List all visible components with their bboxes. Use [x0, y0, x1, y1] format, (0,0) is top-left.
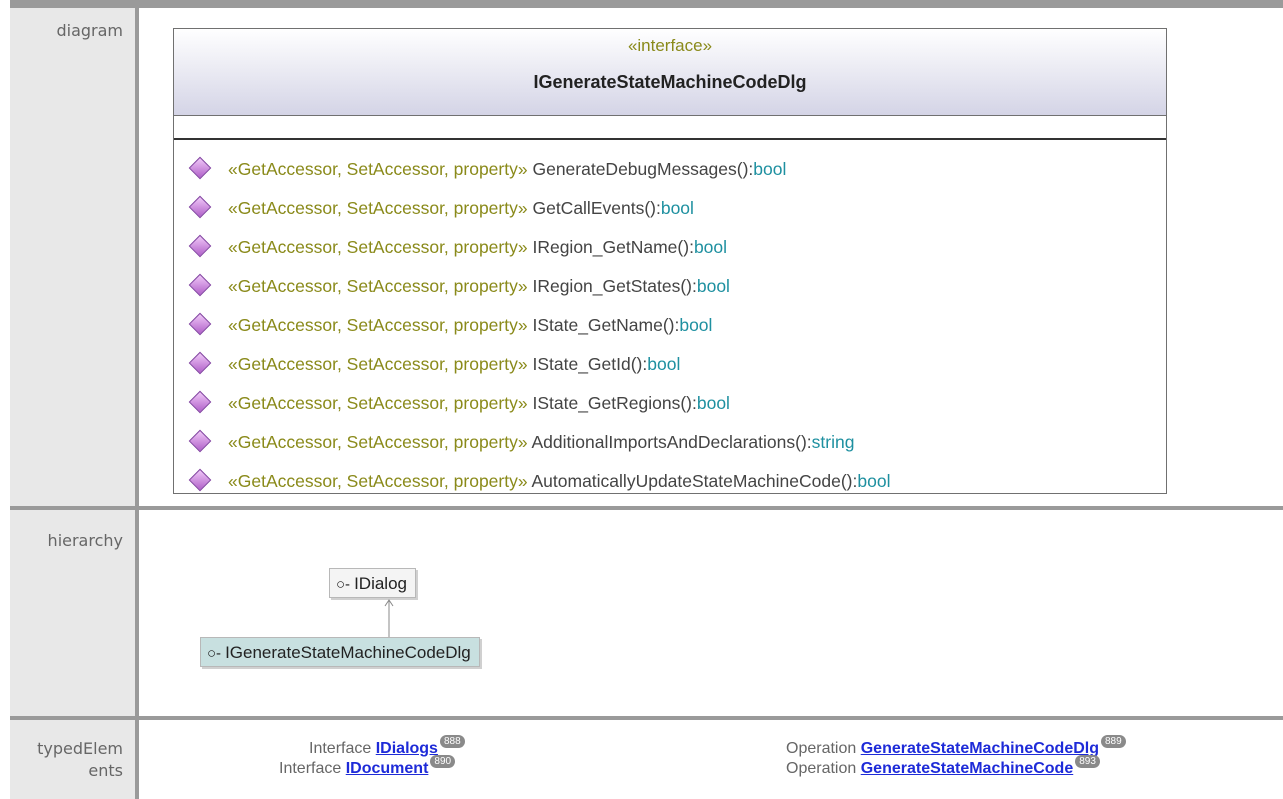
operation-stereotype: «GetAccessor, SetAccessor, property»: [228, 471, 528, 491]
operation-row[interactable]: «GetAccessor, SetAccessor, property» ISt…: [174, 306, 1166, 345]
operation-row[interactable]: «GetAccessor, SetAccessor, property» IRe…: [174, 267, 1166, 306]
operation-type: bool: [857, 471, 891, 491]
operation-row[interactable]: «GetAccessor, SetAccessor, property» ISt…: [174, 345, 1166, 384]
operation-stereotype: «GetAccessor, SetAccessor, property»: [228, 276, 528, 296]
operation-stereotype: «GetAccessor, SetAccessor, property»: [228, 237, 528, 257]
operation-stereotype: «GetAccessor, SetAccessor, property»: [228, 159, 528, 179]
operation-row[interactable]: «GetAccessor, SetAccessor, property» ISt…: [174, 384, 1166, 423]
operation-name: GetCallEvents():: [532, 198, 661, 218]
operation-row[interactable]: «GetAccessor, SetAccessor, property» Gen…: [174, 150, 1166, 189]
operation-type: bool: [679, 315, 713, 335]
operation-icon: [188, 274, 212, 297]
documentation-grid: diagram «interface» IGenerateStateMachin…: [10, 0, 1283, 799]
typed-kind: Interface: [279, 760, 342, 777]
attributes-compartment: [174, 116, 1166, 140]
generalization-arrow: [384, 599, 394, 638]
operation-stereotype: «GetAccessor, SetAccessor, property»: [228, 393, 528, 413]
operation-icon: [188, 469, 212, 492]
operation-icon: [188, 235, 212, 258]
hierarchy-parent-name: IDialog: [354, 574, 407, 593]
operation-row[interactable]: «GetAccessor, SetAccessor, property» IRe…: [174, 228, 1166, 267]
operation-name: AdditionalImportsAndDeclarations():: [531, 432, 812, 452]
operations-compartment: «GetAccessor, SetAccessor, property» Gen…: [174, 140, 1166, 501]
operation-stereotype: «GetAccessor, SetAccessor, property»: [228, 315, 528, 335]
interface-icon: ○-: [207, 645, 222, 662]
operation-type: bool: [753, 159, 787, 179]
operation-type: bool: [693, 237, 728, 257]
typed-elements-content: Interface IDialogs 888 Interface IDocumen…: [139, 720, 1283, 799]
hierarchy-child-box[interactable]: ○- IGenerateStateMachineCodeDlg: [200, 637, 480, 667]
uml-interface-box[interactable]: «interface» IGenerateStateMachineCodeDlg…: [173, 28, 1167, 494]
operation-icon: [188, 430, 212, 453]
typed-elements-row: typedElem ents Interface IDialogs 888 Int…: [10, 720, 1283, 799]
typed-link-generatestatemachinecodedlg[interactable]: GenerateStateMachineCodeDlg: [861, 740, 1099, 757]
operation-type: bool: [647, 354, 681, 374]
diagram-content: «interface» IGenerateStateMachineCodeDlg…: [139, 8, 1283, 506]
hierarchy-row: hierarchy ○- IDialog ○- IGenerateStateMach…: [10, 510, 1283, 716]
typed-right-1: Operation GenerateStateMachineCodeDlg 889: [786, 735, 1126, 758]
page-badge: 888: [439, 735, 465, 748]
typed-kind: Interface: [309, 740, 372, 757]
operation-type: bool: [660, 198, 694, 218]
operation-name: IRegion_GetStates():: [532, 276, 697, 296]
page-badge: 890: [430, 755, 456, 768]
diagram-label: diagram: [10, 8, 135, 506]
operation-icon: [188, 352, 212, 375]
operation-row[interactable]: «GetAccessor, SetAccessor, property» Aut…: [174, 462, 1166, 501]
top-strip: [10, 0, 1283, 8]
operation-name: IRegion_GetName():: [532, 237, 694, 257]
typed-elements-label: typedElem ents: [10, 720, 135, 799]
operation-stereotype: «GetAccessor, SetAccessor, property»: [228, 432, 528, 452]
operation-type: string: [811, 432, 855, 452]
operation-icon: [188, 196, 212, 219]
hierarchy-parent-box[interactable]: ○- IDialog: [329, 568, 416, 598]
typed-link-idocument[interactable]: IDocument: [346, 760, 429, 777]
operation-type: bool: [696, 276, 730, 296]
typed-right-2: Operation GenerateStateMachineCode 893: [786, 755, 1100, 778]
operation-type: bool: [696, 393, 730, 413]
operation-name: IState_GetName():: [532, 315, 680, 335]
operation-name: IState_GetId():: [532, 354, 648, 374]
operation-name: IState_GetRegions():: [532, 393, 697, 413]
interface-stereotype: «interface»: [627, 36, 713, 55]
diagram-row: diagram «interface» IGenerateStateMachin…: [10, 8, 1283, 506]
hierarchy-content: ○- IDialog ○- IGenerateStateMachineCodeDlg: [139, 510, 1283, 716]
typed-kind: Operation: [786, 740, 857, 757]
hierarchy-child-name: IGenerateStateMachineCodeDlg: [225, 643, 471, 662]
uml-header: «interface» IGenerateStateMachineCodeDlg: [174, 29, 1166, 116]
typed-left-2: Interface IDocument 890: [279, 755, 456, 778]
interface-icon: ○-: [336, 576, 351, 593]
operation-row[interactable]: «GetAccessor, SetAccessor, property» Add…: [174, 423, 1166, 462]
operation-icon: [188, 391, 212, 414]
class-name: IGenerateStateMachineCodeDlg: [533, 72, 807, 92]
operation-stereotype: «GetAccessor, SetAccessor, property»: [228, 198, 528, 218]
hierarchy-label: hierarchy: [10, 510, 135, 716]
operation-row[interactable]: «GetAccessor, SetAccessor, property» Get…: [174, 189, 1166, 228]
typed-link-generatestatemachinecode[interactable]: GenerateStateMachineCode: [861, 760, 1074, 777]
typed-link-idialogs[interactable]: IDialogs: [376, 740, 438, 757]
operation-icon: [188, 313, 212, 336]
operation-name: GenerateDebugMessages():: [532, 159, 754, 179]
operation-icon: [188, 157, 212, 180]
operation-stereotype: «GetAccessor, SetAccessor, property»: [228, 354, 528, 374]
page-badge: 889: [1101, 735, 1126, 748]
page-badge: 893: [1075, 755, 1100, 768]
typed-kind: Operation: [786, 760, 857, 777]
operation-name: AutomaticallyUpdateStateMachineCode():: [531, 471, 858, 491]
